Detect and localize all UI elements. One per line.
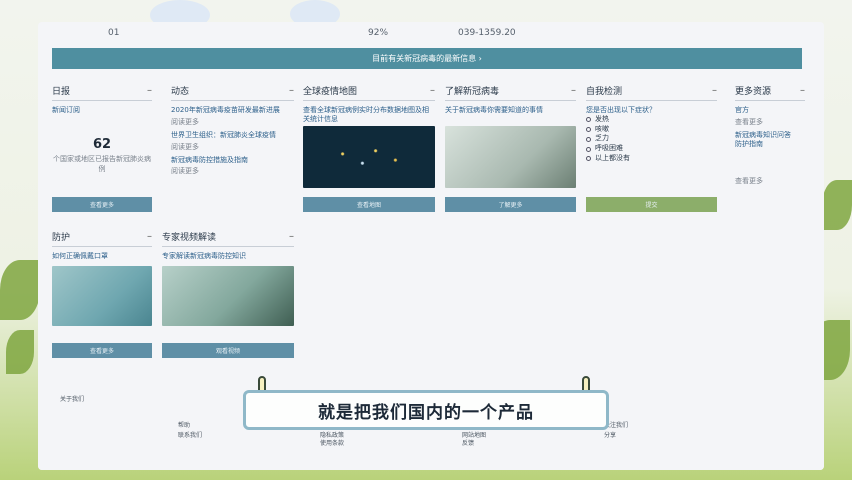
update-meta[interactable]: 阅读更多 [171, 142, 294, 152]
top-strip-c: 039-1359.20 [458, 28, 516, 38]
survey-submit-button[interactable]: 提交 [586, 197, 717, 212]
alert-banner[interactable]: 目前有关新冠病毒的最新信息 › [52, 48, 802, 69]
card-link[interactable]: 查看全球新冠病例实时分布数据地图及相关统计信息 [303, 106, 435, 124]
card-resources: 更多资源 – 官方 查看更多 新冠病毒知识问答 防护指南 查看更多 [735, 84, 805, 214]
top-strip-b: 92% [368, 28, 389, 38]
radio-icon[interactable] [586, 117, 591, 123]
radio-icon[interactable] [586, 136, 591, 142]
minimize-icon[interactable]: – [800, 85, 805, 96]
case-caption: 个国家或地区已报告新冠肺炎病例 [53, 154, 151, 173]
card-self-check: 自我检测 – 您是否出现以下症状？ 发热 咳嗽 乏力 呼吸困难 以上都没有 提交 [586, 84, 717, 214]
card-title: 专家视频解读 [162, 233, 217, 243]
top-strip: 01 92% 039-1359.20 [38, 22, 824, 42]
world-map-image[interactable] [303, 126, 435, 188]
card-title: 动态 [171, 87, 190, 97]
minimize-icon[interactable]: – [289, 85, 294, 96]
resource-link[interactable]: 官方 [735, 106, 805, 115]
footer-col-title: 帮助 [178, 422, 191, 429]
card-title: 日报 [52, 87, 71, 97]
survey-option-label: 乏力 [595, 134, 609, 143]
update-meta[interactable]: 阅读更多 [171, 117, 294, 127]
card-title: 了解新冠病毒 [445, 87, 500, 97]
resource-link[interactable]: 防护指南 [735, 140, 805, 149]
survey-option-label: 呼吸困难 [595, 144, 623, 153]
minimize-icon[interactable]: – [712, 85, 717, 96]
survey-option[interactable]: 乏力 [586, 134, 717, 144]
card-title: 防护 [52, 233, 71, 243]
footer-link[interactable]: 反馈 [462, 438, 474, 447]
case-count: 62 [92, 136, 112, 152]
minimize-icon[interactable]: – [430, 85, 435, 96]
minimize-icon[interactable]: – [147, 231, 152, 242]
survey-option[interactable]: 发热 [586, 115, 717, 125]
card-link[interactable]: 新闻订阅 [52, 106, 152, 115]
survey-question: 您是否出现以下症状？ [586, 106, 656, 114]
video-thumbnail[interactable] [162, 266, 294, 326]
card-link[interactable]: 如何正确佩戴口罩 [52, 252, 152, 261]
update-link[interactable]: 世界卫生组织：新冠肺炎全球疫情 [171, 131, 294, 140]
leaf-decoration [6, 330, 34, 374]
update-link[interactable]: 新冠病毒防控措施及指南 [171, 156, 294, 165]
footer-link[interactable]: 分享 [604, 430, 616, 439]
daily-more-button[interactable]: 查看更多 [52, 197, 152, 212]
footer-link[interactable]: 使用条款 [320, 438, 344, 447]
resource-more[interactable]: 查看更多 [735, 176, 805, 186]
survey-option[interactable]: 以上都没有 [586, 154, 717, 164]
map-button[interactable]: 查看地图 [303, 197, 435, 212]
subtitle-text: 就是把我们国内的一个产品 [318, 402, 534, 423]
card-title: 全球疫情地图 [303, 87, 358, 97]
radio-icon[interactable] [586, 156, 591, 162]
survey-option[interactable]: 呼吸困难 [586, 144, 717, 154]
card-updates: 动态 – 2020年新冠病毒疫苗研发最新进展 阅读更多 世界卫生组织：新冠肺炎全球… [171, 84, 294, 214]
alert-banner-text: 目前有关新冠病毒的最新信息 › [372, 54, 482, 63]
footer-link[interactable]: 联系我们 [178, 430, 202, 439]
radio-icon[interactable] [586, 126, 591, 132]
resource-more[interactable]: 查看更多 [735, 117, 805, 127]
card-prevention: 防护 – 如何正确佩戴口罩 查看更多 [52, 230, 152, 360]
survey-option[interactable]: 咳嗽 [586, 125, 717, 135]
minimize-icon[interactable]: – [571, 85, 576, 96]
prevention-button[interactable]: 查看更多 [52, 343, 152, 358]
prevention-image[interactable] [52, 266, 152, 326]
video-button[interactable]: 观看视频 [162, 343, 294, 358]
survey-option-label: 发热 [595, 114, 609, 123]
minimize-icon[interactable]: – [289, 231, 294, 242]
survey-option-label: 咳嗽 [595, 124, 609, 133]
radio-icon[interactable] [586, 146, 591, 152]
card-daily: 日报 – 新闻订阅 62 个国家或地区已报告新冠肺炎病例 查看更多 [52, 84, 152, 214]
card-video: 专家视频解读 – 专家解读新冠病毒防控知识 观看视频 [162, 230, 294, 360]
card-link[interactable]: 关于新冠病毒你需要知道的事情 [445, 106, 576, 115]
top-strip-a: 01 [108, 28, 120, 38]
update-meta[interactable]: 阅读更多 [171, 166, 294, 176]
resource-link[interactable]: 新冠病毒知识问答 [735, 131, 805, 140]
leaf-decoration [0, 260, 40, 320]
minimize-icon[interactable]: – [147, 85, 152, 96]
survey-option-label: 以上都没有 [595, 153, 630, 162]
footer-about-link[interactable]: 关于我们 [60, 394, 84, 403]
card-title: 自我检测 [586, 87, 623, 97]
knowledge-button[interactable]: 了解更多 [445, 197, 576, 212]
knowledge-image[interactable] [445, 126, 576, 188]
card-link[interactable]: 专家解读新冠病毒防控知识 [162, 252, 294, 261]
update-link[interactable]: 2020年新冠病毒疫苗研发最新进展 [171, 106, 294, 115]
video-subtitle: 就是把我们国内的一个产品 [243, 390, 609, 430]
card-global-map: 全球疫情地图 – 查看全球新冠病例实时分布数据地图及相关统计信息 查看地图 [303, 84, 435, 214]
card-title: 更多资源 [735, 87, 772, 97]
card-knowledge: 了解新冠病毒 – 关于新冠病毒你需要知道的事情 了解更多 [445, 84, 576, 214]
leaf-decoration [822, 180, 852, 230]
